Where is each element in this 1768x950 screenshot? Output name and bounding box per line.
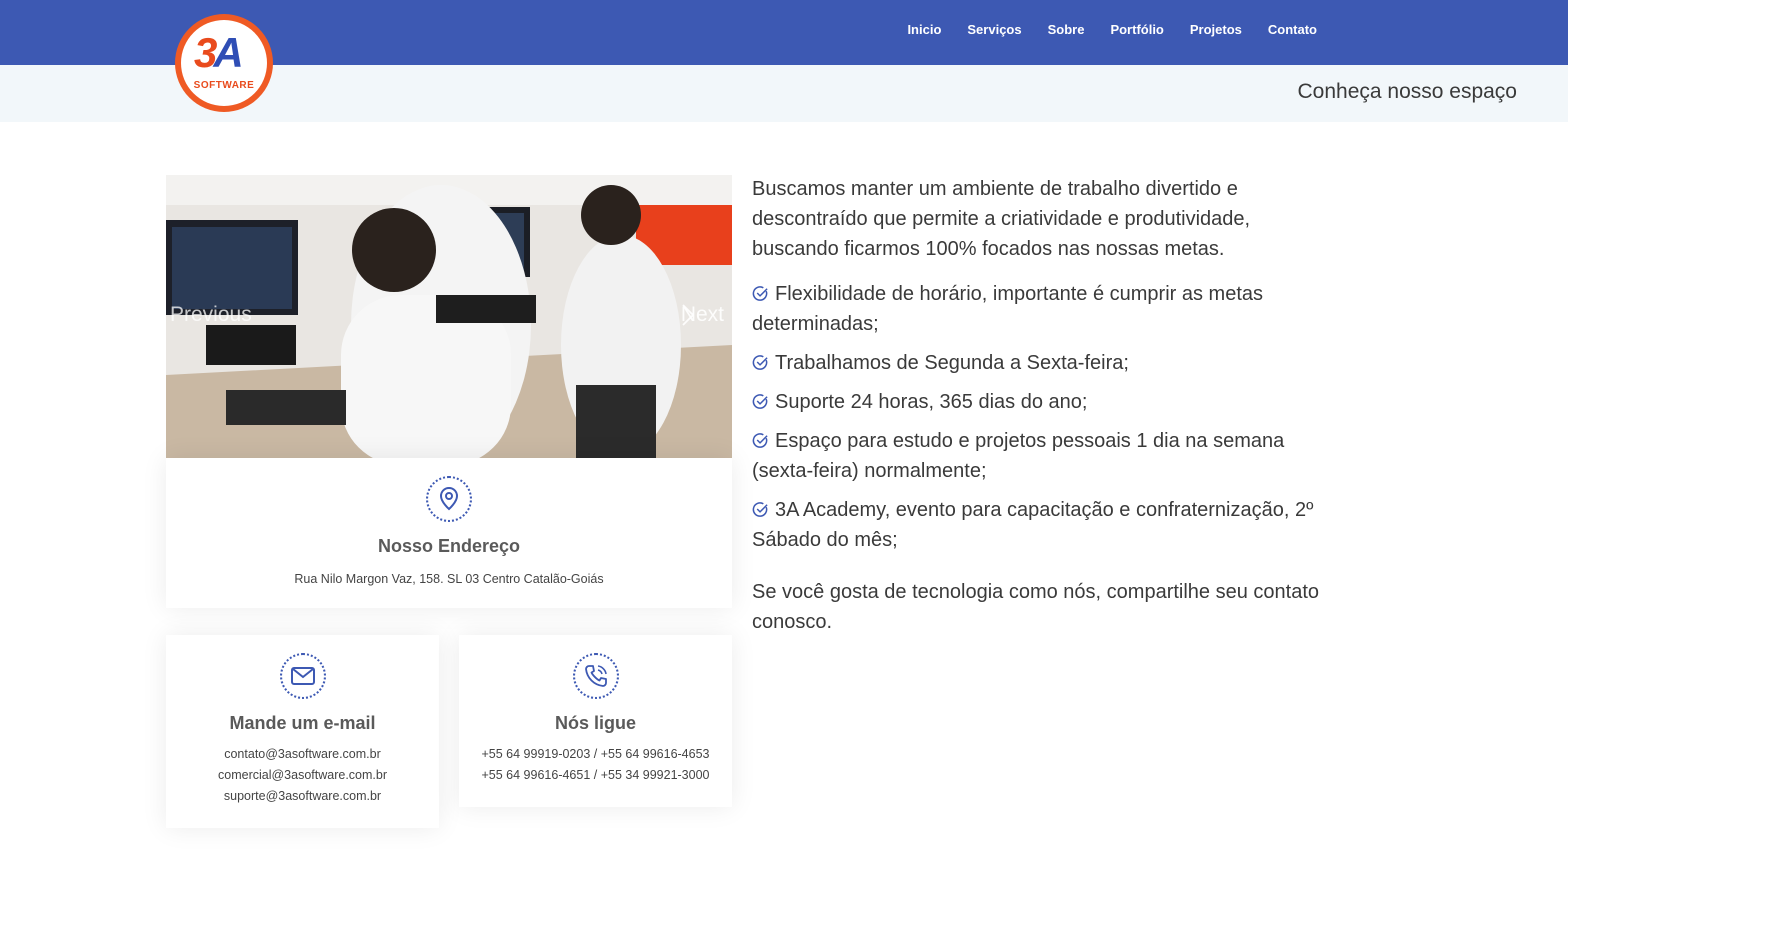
page-margin	[1568, 0, 1768, 950]
check-circle-icon	[752, 355, 768, 370]
phone-line-2[interactable]: +55 64 99616-4651 / +55 34 99921-3000	[459, 765, 732, 786]
benefit-item: 3A Academy, evento para capacitação e co…	[752, 495, 1322, 555]
nav-projetos[interactable]: Projetos	[1190, 22, 1242, 37]
address-title: Nosso Endereço	[377, 536, 521, 556]
address-card: Nosso Endereço Rua Nilo Margon Vaz, 158.…	[166, 458, 732, 608]
check-circle-icon	[752, 286, 768, 301]
nav-portfolio[interactable]: Portfólio	[1110, 22, 1163, 37]
benefit-item: Flexibilidade de horário, importante é c…	[752, 279, 1322, 339]
logo-mark: 3A	[194, 29, 244, 76]
phone-list: +55 64 99919-0203 / +55 64 99616-4653 +5…	[459, 744, 732, 786]
email-suporte[interactable]: suporte@3asoftware.com.br	[166, 786, 439, 807]
office-photo-carousel[interactable]: Previous Next	[166, 175, 732, 458]
about-outro: Se você gosta de tecnologia como nós, co…	[752, 581, 1320, 633]
about-intro: Buscamos manter um ambiente de trabalho …	[752, 178, 1251, 260]
phone-icon	[584, 665, 607, 687]
phone-card: Nós ligue +55 64 99919-0203 / +55 64 996…	[459, 635, 732, 807]
email-icon-circle	[279, 653, 326, 699]
check-circle-icon	[752, 502, 768, 517]
nav-sobre[interactable]: Sobre	[1048, 22, 1085, 37]
email-contato[interactable]: contato@3asoftware.com.br	[166, 744, 439, 765]
nav-contato[interactable]: Contato	[1268, 22, 1317, 37]
email-title: Mande um e-mail	[229, 713, 376, 733]
carousel-next-button[interactable]: Next	[681, 303, 724, 327]
address-icon-circle	[426, 476, 472, 522]
address-text: Rua Nilo Margon Vaz, 158. SL 03 Centro C…	[294, 572, 604, 586]
benefit-text: Espaço para estudo e projetos pessoais 1…	[752, 430, 1285, 482]
logo-subtitle: SOFTWARE	[193, 80, 255, 91]
phone-line-1[interactable]: +55 64 99919-0203 / +55 64 99616-4653	[459, 744, 732, 765]
envelope-icon	[290, 667, 315, 685]
benefit-text: Flexibilidade de horário, importante é c…	[752, 283, 1263, 335]
benefit-text: Trabalhamos de Segunda a Sexta-feira;	[775, 352, 1129, 374]
email-card: Mande um e-mail contato@3asoftware.com.b…	[166, 635, 439, 828]
main-nav: Inicio Serviços Sobre Portfólio Projetos…	[881, 22, 1317, 37]
page-title: Conheça nosso espaço	[1297, 80, 1518, 103]
carousel-previous-button[interactable]: Previous	[170, 303, 252, 327]
check-circle-icon	[752, 433, 768, 448]
benefit-text: Suporte 24 horas, 365 dias do ano;	[775, 391, 1088, 413]
benefit-item: Suporte 24 horas, 365 dias do ano;	[752, 387, 1322, 417]
chevron-right-icon	[682, 304, 695, 326]
phone-title: Nós ligue	[554, 713, 636, 733]
nav-inicio[interactable]: Inicio	[907, 22, 941, 37]
check-circle-icon	[752, 394, 768, 409]
phone-icon-circle	[572, 653, 619, 699]
location-pin-icon	[439, 487, 459, 511]
about-space-section: Buscamos manter um ambiente de trabalho …	[752, 175, 1322, 637]
email-comercial[interactable]: comercial@3asoftware.com.br	[166, 765, 439, 786]
nav-servicos[interactable]: Serviços	[967, 22, 1021, 37]
logo-badge: 3A SOFTWARE	[181, 20, 267, 106]
benefit-item: Espaço para estudo e projetos pessoais 1…	[752, 426, 1322, 486]
email-list: contato@3asoftware.com.br comercial@3aso…	[166, 744, 439, 807]
benefits-list: Flexibilidade de horário, importante é c…	[752, 279, 1322, 555]
brand-logo[interactable]: 3A SOFTWARE	[175, 14, 273, 112]
benefit-text: 3A Academy, evento para capacitação e co…	[752, 499, 1314, 551]
benefit-item: Trabalhamos de Segunda a Sexta-feira;	[752, 348, 1322, 378]
